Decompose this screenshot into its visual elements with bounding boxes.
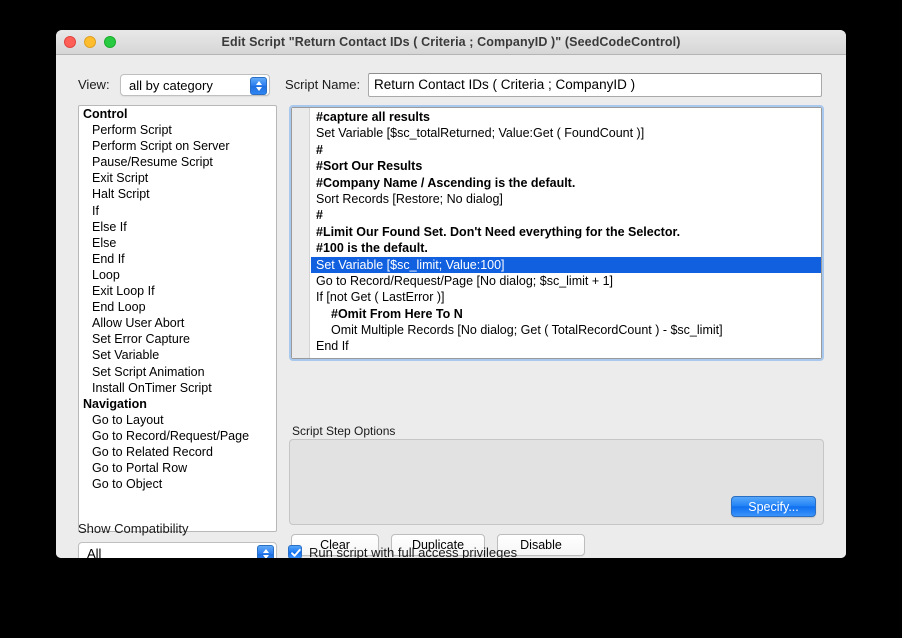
script-line[interactable]: Go to Record/Request/Page [No dialog; $s…	[311, 273, 821, 289]
script-line[interactable]: Sort Records [Restore; No dialog]	[311, 191, 821, 207]
step-library-item[interactable]: If	[79, 203, 276, 219]
script-gutter	[292, 108, 310, 358]
toolbar-row: View: all by category Script Name: Retur…	[56, 72, 846, 98]
window-titlebar[interactable]: Edit Script "Return Contact IDs ( Criter…	[56, 30, 846, 55]
script-line-selected[interactable]: Set Variable [$sc_limit; Value:100]	[311, 256, 821, 273]
step-library-item[interactable]: Exit Loop If	[79, 283, 276, 299]
view-label: View:	[78, 77, 110, 92]
script-line[interactable]: If [not Get ( LastError )]	[311, 289, 821, 305]
script-line[interactable]: #capture all results	[311, 109, 821, 125]
step-library-item[interactable]: Pause/Resume Script	[79, 154, 276, 170]
step-category-header: Navigation	[83, 396, 147, 411]
step-library-item[interactable]: Go to Related Record	[79, 444, 276, 460]
script-line[interactable]: #Company Name / Ascending is the default…	[311, 175, 821, 191]
script-name-label: Script Name:	[285, 77, 361, 92]
step-library-item[interactable]: Go to Record/Request/Page	[79, 428, 276, 444]
view-dropdown[interactable]: all by category	[120, 74, 270, 96]
step-library-item[interactable]: Go to Portal Row	[79, 460, 276, 476]
script-lines[interactable]: #capture all results Set Variable [$sc_to…	[311, 109, 821, 358]
checkmark-icon	[291, 548, 301, 557]
script-line[interactable]: #Omit From Here To N	[311, 306, 821, 322]
window-body: View: all by category Script Name: Retur…	[56, 55, 846, 558]
script-line[interactable]: #Sort Our Results	[311, 158, 821, 174]
step-category-header: Control	[83, 107, 128, 121]
step-library-item[interactable]: Else If	[79, 219, 276, 235]
script-line[interactable]: #100 is the default.	[311, 240, 821, 256]
chevron-updown-icon	[257, 545, 274, 558]
step-library-item[interactable]: Allow User Abort	[79, 315, 276, 331]
step-library-item[interactable]: Set Error Capture	[79, 331, 276, 347]
step-library-item[interactable]: Set Variable	[79, 347, 276, 363]
script-step-options-label: Script Step Options	[292, 424, 396, 438]
script-editor-inner: #capture all results Set Variable [$sc_to…	[291, 107, 822, 359]
step-library-item[interactable]: End If	[79, 251, 276, 267]
edit-script-window: Edit Script "Return Contact IDs ( Criter…	[56, 30, 846, 558]
step-library-item[interactable]: Perform Script	[79, 122, 276, 138]
script-name-value: Return Contact IDs ( Criteria ; CompanyI…	[374, 77, 636, 92]
script-line[interactable]: Omit Multiple Records [No dialog; Get ( …	[311, 322, 821, 338]
script-step-options-panel: Specify...	[289, 439, 824, 525]
compatibility-value: All	[87, 546, 102, 558]
script-line[interactable]: #	[311, 207, 821, 223]
step-library-item[interactable]: Go to Layout	[79, 412, 276, 428]
step-library-item[interactable]: Go to Object	[79, 476, 276, 492]
compatibility-dropdown[interactable]: All	[78, 542, 277, 558]
script-steps-library[interactable]: Control Perform Script Perform Script on S…	[78, 105, 277, 532]
step-library-item[interactable]: Loop	[79, 267, 276, 283]
script-line[interactable]: #	[311, 355, 821, 358]
script-editor-panel[interactable]: #capture all results Set Variable [$sc_to…	[289, 105, 824, 361]
step-library-item[interactable]: Set Script Animation	[79, 364, 276, 380]
full-access-checkbox[interactable]	[288, 545, 302, 558]
step-library-item[interactable]: Exit Script	[79, 170, 276, 186]
step-library-item[interactable]: Perform Script on Server	[79, 138, 276, 154]
step-library-item[interactable]: Else	[79, 235, 276, 251]
script-line[interactable]: #	[311, 142, 821, 158]
window-title: Edit Script "Return Contact IDs ( Criter…	[221, 35, 681, 49]
view-dropdown-value: all by category	[129, 78, 213, 93]
full-access-label: Run script with full access privileges	[309, 545, 518, 558]
step-library-item[interactable]: End Loop	[79, 299, 276, 315]
step-library-item[interactable]: Halt Script	[79, 186, 276, 202]
step-library-item[interactable]: Install OnTimer Script	[79, 380, 276, 396]
specify-button[interactable]: Specify...	[731, 496, 816, 517]
script-line[interactable]: End If	[311, 338, 821, 354]
show-compatibility-label: Show Compatibility	[78, 521, 189, 536]
script-name-input[interactable]: Return Contact IDs ( Criteria ; CompanyI…	[368, 73, 822, 97]
chevron-updown-icon	[250, 77, 267, 95]
script-line[interactable]: #Limit Our Found Set. Don't Need everyth…	[311, 224, 821, 240]
script-line[interactable]: Set Variable [$sc_totalReturned; Value:G…	[311, 125, 821, 141]
